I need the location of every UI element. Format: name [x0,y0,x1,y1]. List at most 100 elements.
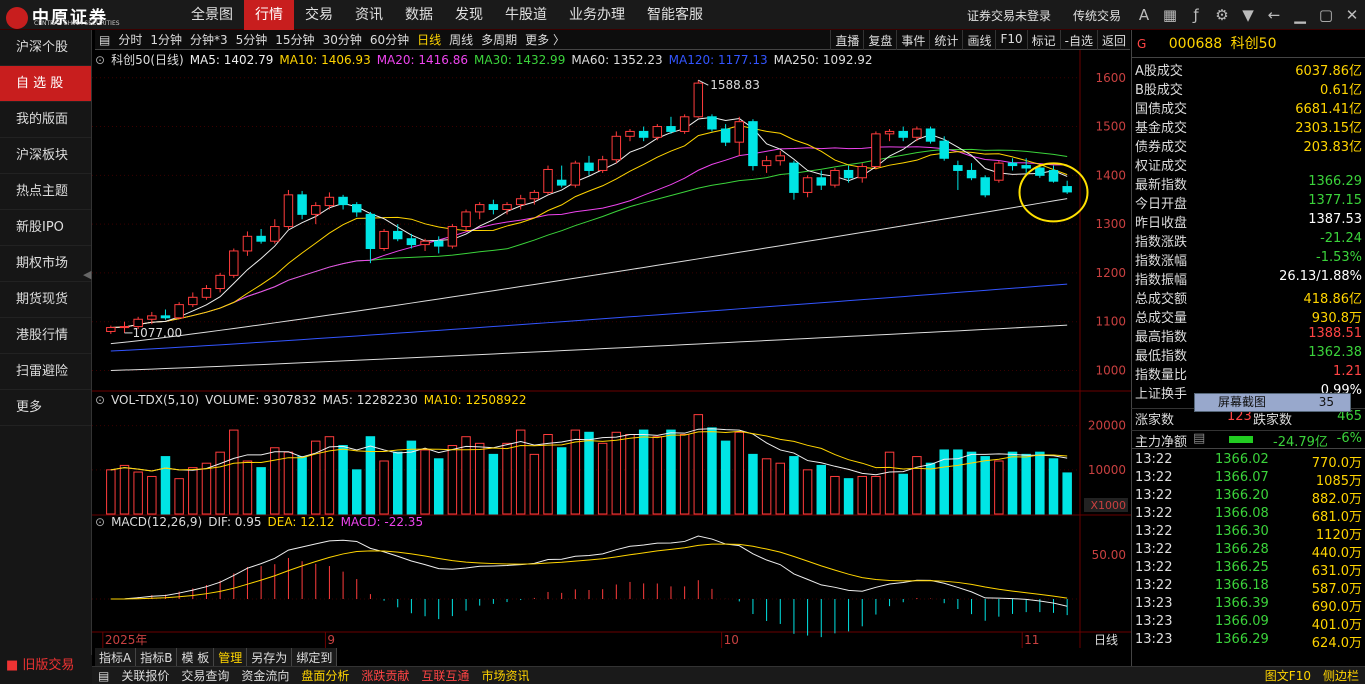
chart-tool-button[interactable]: 画线 [962,30,995,50]
tick-volume: 631.0万 [1311,564,1362,579]
menu-item[interactable]: 全景图 [180,0,244,30]
login-status[interactable]: 证券交易未登录 [967,7,1051,24]
grid-icon[interactable]: ▦ [1157,6,1183,24]
menu-item[interactable]: 业务办理 [558,0,636,30]
top-right-controls: 证券交易未登录 传统交易 A ▦ ƒ ⚙ ▼ ← ▁ ▢ ✕ [967,0,1365,30]
volume-bar [625,434,635,515]
kline-chart[interactable]: 1600 1500 1400 1300 1200 1100 1000 1588.83 1077.… [92,50,1132,648]
date-tick: 10 [724,633,739,647]
sidebar-item[interactable]: 扫雷避险 [0,354,91,390]
gear-icon[interactable]: ⚙ [1209,6,1235,24]
price-tick: 1500 [1095,120,1126,134]
period-tab[interactable]: 周线 [445,31,477,48]
candle-body [119,326,130,329]
minimize-icon[interactable]: ▁ [1287,6,1313,24]
status-link[interactable]: 涨跌贡献 [355,667,415,684]
sidebar-item[interactable]: 热点主题 [0,174,91,210]
sidebar-item[interactable]: 期权市场 [0,246,91,282]
candle-body [174,304,184,319]
close-icon[interactable]: ✕ [1339,6,1365,24]
brand-logo: 中原证券 CENTRAL CHINA SECURITIES [6,3,166,29]
chart-tool-button[interactable]: 事件 [896,30,929,50]
chart-tool-button[interactable]: 统计 [929,30,962,50]
candle-body [147,315,157,320]
candle-body [652,126,663,138]
period-tab[interactable]: 分时 [114,31,146,48]
quote-value: 1377.15 [1308,193,1362,208]
candle-body [638,130,649,138]
chart-tool-button[interactable]: F10 [995,30,1026,50]
status-link[interactable]: 交易查询 [175,667,235,684]
sidebar-item[interactable]: 更多 [0,390,91,426]
volume-bar [433,458,444,515]
candle-body [1062,186,1072,193]
period-tab[interactable]: 30分钟 [319,31,366,48]
period-tab[interactable]: 多周期 [477,31,521,48]
period-tab[interactable]: 60分钟 [366,31,413,48]
chart-tool-button[interactable]: -自选 [1059,30,1097,50]
old-version-trade[interactable]: ■ 旧版交易 [0,655,92,684]
menu-item[interactable]: 交易 [294,0,344,30]
trade-mode[interactable]: 传统交易 [1073,7,1121,24]
menu-icon[interactable]: ▤ [92,669,115,683]
volume-bar [980,456,990,515]
indicator-tab[interactable]: 另存为 [247,648,293,666]
menu-item[interactable]: 行情 [244,0,294,30]
sidebar-item[interactable]: 沪深个股 [0,30,91,66]
period-tab[interactable]: 日线 [413,31,445,48]
formula-icon[interactable]: ƒ [1183,6,1209,24]
menu-item[interactable]: 牛股道 [494,0,558,30]
sidebar-item[interactable]: 我的版面 [0,102,91,138]
status-link[interactable]: 盘面分析 [295,667,355,684]
price-tick: 1600 [1095,71,1126,85]
menu-item[interactable]: 数据 [394,0,444,30]
status-link[interactable]: 资金流向 [235,667,295,684]
chart-tool-button[interactable]: 标记 [1026,30,1060,50]
sidebar-collapse-icon[interactable]: ◀ [83,268,91,281]
candle-body [761,160,772,167]
indicator-tab[interactable]: 指标B [136,648,178,666]
period-tab[interactable]: 1分钟 [146,31,186,48]
period-tab[interactable]: 分钟*3 [186,31,232,48]
price-tick: 1200 [1095,266,1126,280]
status-link[interactable]: 侧边栏 [1317,667,1365,684]
chart-tool-button[interactable]: 返回 [1096,30,1130,50]
tick-volume: 882.0万 [1311,492,1362,507]
indicator-tab[interactable]: 管理 [214,648,248,666]
sidebar-item[interactable]: 港股行情 [0,318,91,354]
period-tab[interactable]: 更多 〉 [521,31,569,48]
volume-bar [488,453,499,515]
status-link[interactable]: 市场资讯 [475,667,535,684]
status-link[interactable]: 互联互通 [415,667,475,684]
menu-item[interactable]: 资讯 [344,0,394,30]
back-icon[interactable]: ← [1261,6,1287,24]
sidebar-item[interactable]: 新股IPO [0,210,91,246]
chart-tool-button[interactable]: 复盘 [863,30,896,50]
quote-label: 基金成交 [1135,121,1188,136]
status-link[interactable]: 图文F10 [1259,667,1317,684]
shirt-icon[interactable]: ▼ [1235,6,1261,24]
volume-bar [147,475,157,515]
maximize-icon[interactable]: ▢ [1313,6,1339,24]
status-link[interactable]: 关联报价 [115,667,175,684]
indicator-tab[interactable]: 指标A [95,648,137,666]
candle-body [912,128,922,138]
sidebar-item[interactable]: 自 选 股 [0,66,91,102]
screenshot-popup[interactable]: 屏幕截图 35 [1194,393,1351,412]
quote-label: 国债成交 [1135,102,1188,117]
indicator-tab[interactable]: 绑定到 [292,648,338,666]
period-tab[interactable]: 5分钟 [232,31,272,48]
menu-item[interactable]: 发现 [444,0,494,30]
chart-tool-button[interactable]: 直播 [830,30,863,50]
menu-item[interactable]: 智能客服 [636,0,714,30]
list-icon[interactable]: ▤ [95,33,114,47]
sidebar-item[interactable]: 期货现货 [0,282,91,318]
high-annotation: 1588.83 [710,78,760,92]
volume-bar [898,473,908,515]
period-tab[interactable]: 15分钟 [271,31,318,48]
main-flow-row[interactable]: 主力净额 ▤ -24.79亿 -6% [1131,430,1365,450]
quote-label: A股成交 [1135,64,1183,79]
indicator-tab[interactable]: 模 板 [177,648,215,666]
sidebar-item[interactable]: 沪深板块 [0,138,91,174]
font-size-icon[interactable]: A [1131,6,1157,24]
